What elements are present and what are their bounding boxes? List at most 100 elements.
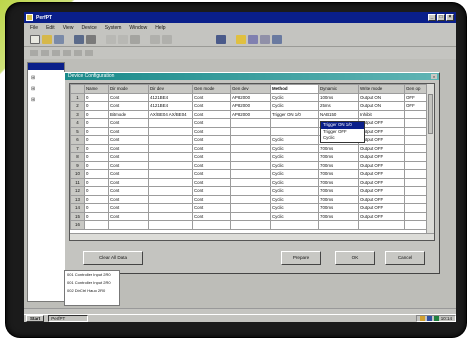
column-header-method[interactable]: Method (270, 84, 319, 94)
copy-icon[interactable] (118, 35, 128, 44)
table-cell[interactable]: Output OFF (358, 135, 405, 145)
print-icon[interactable] (74, 35, 84, 44)
table-cell[interactable]: 700ms (318, 186, 359, 196)
tray-icon[interactable] (419, 316, 425, 321)
column-header[interactable]: Write mode (358, 84, 405, 94)
table-cell[interactable] (192, 220, 231, 230)
table-cell[interactable] (270, 220, 319, 230)
table-cell[interactable]: Cont (108, 135, 149, 145)
table-cell[interactable]: Cont (108, 143, 149, 153)
menu-edit[interactable]: Edit (46, 25, 55, 31)
table-cell[interactable]: AP82000 (230, 92, 271, 102)
method-dropdown-list[interactable]: Trigger ON 1/0 Trigger OFF Cyclic (320, 121, 365, 143)
column-header[interactable]: Gen dev (230, 84, 271, 94)
table-cell[interactable]: OFF (404, 101, 429, 111)
redo-icon[interactable] (162, 35, 172, 44)
table-cell[interactable] (230, 118, 271, 128)
table-cell[interactable] (148, 220, 193, 230)
menu-device[interactable]: Device (81, 25, 96, 31)
prepare-button[interactable]: Prepare (281, 251, 321, 265)
table-cell[interactable] (404, 203, 429, 213)
table-cell[interactable]: 700ms (318, 160, 359, 170)
table-cell[interactable]: Cont (108, 92, 149, 102)
table-cell[interactable]: Output OFF (358, 152, 405, 162)
table-cell[interactable]: Cont (108, 194, 149, 204)
table-cell[interactable]: 100ms (318, 92, 359, 102)
table-row[interactable]: 50ContCont700msOutput OFF (70, 126, 429, 136)
table-cell[interactable]: Cont (108, 160, 149, 170)
undo-icon[interactable] (150, 35, 160, 44)
table-cell[interactable]: 0 (84, 126, 109, 136)
table-cell[interactable] (404, 135, 429, 145)
table-cell[interactable] (148, 203, 193, 213)
menu-view[interactable]: View (63, 25, 74, 31)
table-cell[interactable]: Cyclic (270, 211, 319, 221)
table-row[interactable]: 7 0 Cont Cont Cyclic 700ms Output OFF (70, 143, 429, 153)
table-row[interactable]: 40ContCont700msOutput OFF (70, 118, 429, 128)
table-cell[interactable]: Cont (108, 169, 149, 179)
table-cell[interactable]: Output OFF (358, 211, 405, 221)
table-cell[interactable] (404, 118, 429, 128)
table-cell[interactable]: 0 (84, 152, 109, 162)
table-row[interactable]: 9 0 Cont Cont Cyclic 700ms Output OFF (70, 160, 429, 170)
table-cell[interactable] (108, 220, 149, 230)
table-cell[interactable]: Output OFF (358, 118, 405, 128)
cancel-button[interactable]: Cancel (385, 251, 425, 265)
table-cell[interactable]: 700ms (318, 177, 359, 187)
table-row[interactable]: 11 0 Cont Cont Cyclic 700ms Output OFF (70, 177, 429, 187)
save-icon[interactable] (54, 35, 64, 44)
table-cell[interactable]: Cyclic (270, 169, 319, 179)
table-row[interactable]: 8 0 Cont Cont Cyclic 700ms Output OFF (70, 152, 429, 162)
tray-icon[interactable] (433, 316, 439, 321)
minimize-button[interactable]: _ (428, 14, 436, 21)
table-cell[interactable]: 700ms (318, 143, 359, 153)
table-cell[interactable]: 0 (84, 177, 109, 187)
table-cell[interactable]: Cont (108, 118, 149, 128)
table-cell[interactable]: Inhibit (358, 109, 405, 119)
dropdown-option[interactable]: Cyclic (321, 135, 364, 142)
cut-icon[interactable] (106, 35, 116, 44)
column-header[interactable]: Dir mode (108, 84, 149, 94)
table-cell[interactable]: 0 (84, 169, 109, 179)
table-cell[interactable] (148, 186, 193, 196)
table-cell[interactable] (404, 177, 429, 187)
dialog-close-button[interactable]: × (431, 74, 437, 79)
table-cell[interactable] (148, 169, 193, 179)
table-cell[interactable]: OFF (404, 92, 429, 102)
table-row[interactable]: 16 (70, 220, 429, 230)
taskbar-item[interactable]: PerfPT (48, 315, 89, 322)
table-cell[interactable]: 0 (84, 160, 109, 170)
table-cell[interactable]: Cyclic (270, 160, 319, 170)
column-header[interactable] (70, 84, 85, 94)
vertical-scrollbar[interactable] (426, 84, 434, 240)
menu-window[interactable]: Window (129, 25, 147, 31)
table-cell[interactable]: Cont (108, 203, 149, 213)
table-cell[interactable]: 0 (84, 109, 109, 119)
table-row[interactable]: 14 0 Cont Cont Cyclic 700ms Output OFF (70, 203, 429, 213)
table-cell[interactable] (148, 135, 193, 145)
table-cell[interactable]: 0 (84, 203, 109, 213)
table-cell[interactable]: 4121BE4 (148, 92, 193, 102)
table-cell[interactable]: Cont (192, 92, 231, 102)
table-cell[interactable]: Cyclic (270, 92, 319, 102)
table-cell[interactable] (358, 220, 405, 230)
table-cell[interactable]: Output OFF (358, 160, 405, 170)
tree-node[interactable]: ⊞ (28, 75, 64, 81)
tool-icon[interactable] (74, 50, 82, 56)
table-cell[interactable]: Cont (108, 177, 149, 187)
table-cell[interactable] (230, 177, 271, 187)
table-cell[interactable]: Cont (108, 152, 149, 162)
table-cell[interactable]: 700ms (318, 169, 359, 179)
table-cell[interactable] (148, 194, 193, 204)
column-header[interactable]: Gen mode (192, 84, 231, 94)
table-cell[interactable]: Cont (192, 109, 231, 119)
table-cell[interactable] (148, 211, 193, 221)
table-cell[interactable] (404, 186, 429, 196)
output-list[interactable]: 001 Controller Input 2R0 001 Controller … (64, 270, 120, 306)
table-cell[interactable] (318, 220, 359, 230)
table-cell[interactable] (148, 160, 193, 170)
preview-icon[interactable] (86, 35, 96, 44)
table-cell[interactable] (148, 118, 193, 128)
table-cell[interactable] (230, 143, 271, 153)
table-cell[interactable] (404, 211, 429, 221)
